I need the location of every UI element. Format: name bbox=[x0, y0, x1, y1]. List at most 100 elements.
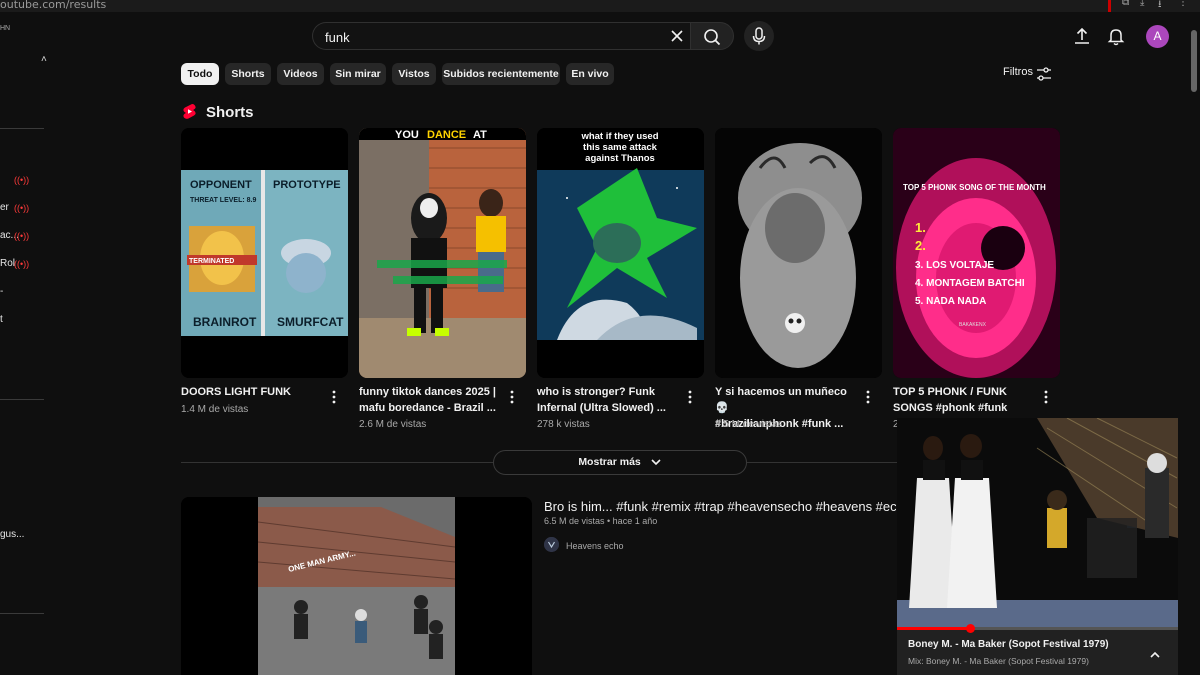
clear-search-button[interactable] bbox=[668, 27, 686, 45]
search-button[interactable] bbox=[690, 22, 734, 50]
short-title-line: TOP 5 PHONK / FUNK bbox=[893, 386, 1007, 398]
browser-tab-indicator bbox=[1108, 0, 1111, 12]
sidebar-item-label[interactable]: gus... bbox=[0, 529, 24, 540]
more-options-icon[interactable] bbox=[509, 390, 515, 404]
section-divider bbox=[747, 462, 897, 463]
thumb-text: 5. NADA NADA bbox=[915, 296, 986, 307]
thumb-text: 3. LOS VOLTAJE bbox=[915, 260, 994, 271]
short-thumbnail[interactable]: what if they used this same attack again… bbox=[537, 128, 704, 378]
section-divider bbox=[181, 462, 493, 463]
more-options-icon[interactable] bbox=[687, 390, 693, 404]
video-meta: 6.5 M de vistas • hace 1 año bbox=[544, 516, 658, 526]
more-options-icon[interactable] bbox=[331, 390, 337, 404]
more-options-icon[interactable] bbox=[1043, 390, 1049, 404]
chip-sin-mirar[interactable]: Sin mirar bbox=[330, 63, 386, 85]
microphone-icon bbox=[752, 27, 766, 45]
sidebar-item-label[interactable]: er bbox=[0, 202, 9, 213]
browser-address-bar[interactable]: outube.com/results ⧉ ⤓ ⭳ ⋮ bbox=[0, 0, 1200, 12]
short-title[interactable]: DOORS LIGHT FUNK bbox=[181, 384, 321, 400]
puzzle-icon[interactable]: ⧉ bbox=[1122, 0, 1129, 8]
thumb-text: BRAINROT bbox=[193, 315, 257, 329]
thumb-text: 1. bbox=[915, 220, 926, 235]
thumb-text: THREAT LEVEL: 8.9 bbox=[190, 197, 256, 204]
short-views: 278 k vistas bbox=[537, 419, 590, 430]
video-title[interactable]: Bro is him... #funk #remix #trap #heaven… bbox=[544, 499, 896, 517]
chip-shorts[interactable]: Shorts bbox=[225, 63, 271, 85]
upload-button[interactable] bbox=[1071, 25, 1093, 47]
search-input[interactable] bbox=[325, 28, 655, 46]
short-title[interactable]: funny tiktok dances 2025 | mafu boredanc… bbox=[359, 384, 499, 416]
sidebar-item-label[interactable]: - bbox=[0, 286, 3, 297]
thumb-text: 4. MONTAGEM BATCHI bbox=[915, 278, 1025, 289]
show-more-label: Mostrar más bbox=[578, 456, 641, 468]
short-title-line: Infernal (Ultra Slowed) ... bbox=[537, 402, 666, 414]
thumb-text: PROTOTYPE bbox=[273, 179, 341, 191]
miniplayer-progress-bar[interactable] bbox=[897, 624, 1178, 633]
sidebar-item-label[interactable]: t bbox=[0, 314, 3, 325]
thumb-text: TERMINATED bbox=[189, 258, 234, 265]
avatar[interactable]: A bbox=[1146, 25, 1169, 48]
miniplayer-expand-button[interactable] bbox=[1148, 648, 1162, 662]
sidebar-divider bbox=[0, 128, 44, 129]
search-box[interactable] bbox=[312, 22, 694, 50]
menu-icon[interactable]: ⋮ bbox=[1178, 0, 1188, 8]
short-views: 2.6 M de vistas bbox=[359, 419, 427, 430]
show-more-button[interactable]: Mostrar más bbox=[493, 450, 747, 475]
sidebar-item-label[interactable]: Rol bbox=[0, 258, 15, 269]
live-icon: ((•)) bbox=[14, 175, 30, 185]
short-title-line: DOORS LIGHT FUNK bbox=[181, 386, 291, 398]
page-scrollbar[interactable] bbox=[1188, 12, 1200, 675]
short-thumbnail[interactable]: OPPONENT THREAT LEVEL: 8.9 PROTOTYPE TER… bbox=[181, 128, 348, 378]
short-title-line: funny tiktok dances 2025 | bbox=[359, 386, 496, 398]
short-title-line: SONGS #phonk #funk bbox=[893, 402, 1008, 414]
short-title[interactable]: who is stronger? Funk Infernal (Ultra Sl… bbox=[537, 384, 677, 416]
chip-vistos[interactable]: Vistos bbox=[392, 63, 436, 85]
short-title-line: mafu boredance - Brazil ... bbox=[359, 402, 496, 414]
thumb-text: YOU bbox=[395, 129, 419, 141]
miniplayer-subtitle: Mix: Boney M. - Ma Baker (Sopot Festival… bbox=[908, 656, 1089, 666]
live-icon: ((•)) bbox=[14, 231, 30, 241]
download-icon[interactable]: ⭳ bbox=[1158, 0, 1162, 14]
short-views: 1.4 M de vistas bbox=[181, 404, 249, 415]
miniplayer-progress-fill bbox=[897, 627, 971, 630]
short-views: 8.5 M de vistas bbox=[715, 419, 783, 430]
live-icon: ((•)) bbox=[14, 203, 30, 213]
youtube-search-results-page: outube.com/results ⧉ ⤓ ⭳ ⋮ HN ˄ ((•)) er… bbox=[0, 0, 1200, 675]
chip-videos[interactable]: Videos bbox=[277, 63, 324, 85]
upload-icon bbox=[1075, 27, 1089, 44]
short-title[interactable]: TOP 5 PHONK / FUNK SONGS #phonk #funk bbox=[893, 384, 1033, 416]
thumb-text: against Thanos bbox=[585, 153, 655, 164]
miniplayer-video[interactable] bbox=[897, 418, 1178, 629]
short-thumbnail[interactable]: TOP 5 PHONK SONG OF THE MONTH 1. 2. 3. L… bbox=[893, 128, 1060, 378]
miniplayer[interactable]: Boney M. - Ma Baker (Sopot Festival 1979… bbox=[897, 418, 1178, 675]
live-icon: ((•)) bbox=[14, 259, 30, 269]
downloads-icon[interactable]: ⤓ bbox=[1140, 0, 1144, 8]
scrollbar-thumb[interactable] bbox=[1191, 30, 1197, 92]
video-thumbnail[interactable]: ONE MAN ARMY... bbox=[181, 497, 532, 675]
chevron-up-icon[interactable]: ˄ bbox=[41, 54, 47, 65]
short-title-line: who is stronger? Funk bbox=[537, 386, 655, 398]
short-thumbnail[interactable]: YOU DANCE AT bbox=[359, 128, 526, 378]
thumb-text: 2. bbox=[915, 238, 926, 253]
voice-search-button[interactable] bbox=[744, 21, 774, 51]
chip-todo[interactable]: Todo bbox=[181, 63, 219, 85]
short-thumbnail[interactable] bbox=[715, 128, 882, 378]
thumb-text: what if they used bbox=[580, 131, 658, 142]
browser-url[interactable]: outube.com/results bbox=[0, 0, 106, 11]
notifications-button[interactable] bbox=[1105, 25, 1127, 47]
thumb-text: AT bbox=[473, 129, 487, 141]
miniplayer-scrubber[interactable] bbox=[965, 624, 975, 633]
chip-en-vivo[interactable]: En vivo bbox=[566, 63, 614, 85]
channel-name[interactable]: Heavens echo bbox=[566, 541, 624, 551]
thumb-text: OPPONENT bbox=[190, 179, 252, 191]
filters-icon[interactable] bbox=[1036, 66, 1052, 82]
shorts-section-title: Shorts bbox=[206, 104, 254, 121]
thumb-text: BAKAKENX bbox=[959, 322, 987, 328]
sidebar-section-label: HN bbox=[0, 25, 11, 32]
sidebar-divider bbox=[0, 613, 44, 614]
miniplayer-title[interactable]: Boney M. - Ma Baker (Sopot Festival 1979… bbox=[908, 639, 1109, 650]
more-options-icon[interactable] bbox=[865, 390, 871, 404]
chip-subidos-recientemente[interactable]: Subidos recientemente bbox=[442, 63, 560, 85]
channel-avatar[interactable] bbox=[544, 537, 559, 552]
filters-button[interactable]: Filtros bbox=[1003, 66, 1033, 78]
